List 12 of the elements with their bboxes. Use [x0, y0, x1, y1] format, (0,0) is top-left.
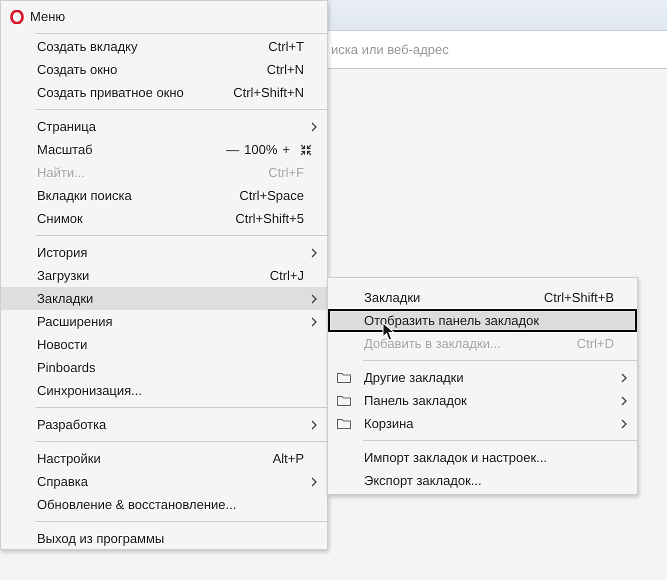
shortcut-text: Ctrl+Shift+N	[233, 84, 304, 102]
shortcut-text: Ctrl+T	[268, 38, 304, 56]
shortcut-text: Ctrl+Shift+5	[235, 210, 304, 228]
shortcut-text: Ctrl+D	[576, 334, 614, 353]
shortcut-text: Alt+P	[272, 450, 304, 468]
shortcut-text: Ctrl+F	[268, 164, 304, 182]
menu-title: Меню	[30, 8, 66, 26]
shortcut-text: Ctrl+N	[266, 60, 304, 79]
zoom-level: 100%	[244, 140, 278, 159]
shortcut-text: Ctrl+J	[270, 266, 304, 285]
shortcut-text: Ctrl+Space	[239, 186, 304, 205]
shortcut-text: Ctrl+Shift+B	[544, 288, 614, 307]
